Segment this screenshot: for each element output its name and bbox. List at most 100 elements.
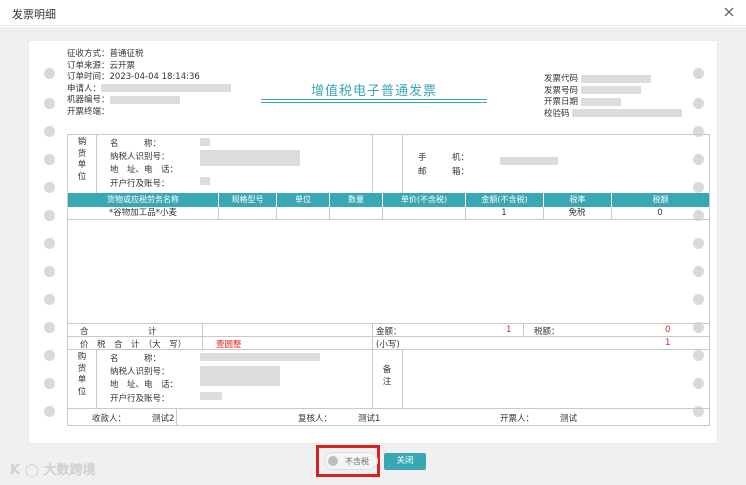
punch-hole-icon <box>693 98 704 109</box>
redacted-value <box>109 95 180 104</box>
amount-label: 金额： <box>376 327 402 337</box>
redacted-value <box>500 157 558 165</box>
punch-hole-icon <box>44 378 55 389</box>
seller-side-label: 销 货 单 位 <box>71 137 93 183</box>
toggle-knob <box>328 456 338 466</box>
applicant-label: 申请人： <box>67 83 102 94</box>
invoice-code-label: 发票代码 <box>544 74 579 84</box>
reviewer-label: 复核人： <box>298 414 333 424</box>
invoice-meta-left: 征收方式：普通征税 订单来源：云开票 订单时间：2023-04-04 18:14… <box>67 49 232 119</box>
invoice-number-row: 发票号码 <box>544 86 682 98</box>
redacted-value <box>200 392 222 400</box>
buyer-taxpayer-id-label: 纳税人识别号： <box>110 367 170 377</box>
total-label: 合 计 <box>80 327 157 337</box>
payee-value: 测试2 <box>152 414 175 424</box>
side-char: 位 <box>77 386 87 397</box>
punch-hole-icon <box>693 68 704 79</box>
invoice-date-row: 开票日期 <box>544 97 682 109</box>
redacted-value <box>200 366 280 386</box>
close-icon[interactable] <box>722 5 736 19</box>
dialog-body: 征收方式：普通征税 订单来源：云开票 订单时间：2023-04-04 18:14… <box>0 27 746 485</box>
machine-row: 机器编号： <box>67 95 231 107</box>
remark-label: 备 注 <box>376 365 398 388</box>
side-char: 货 <box>77 148 87 159</box>
column-header: 金额(不含税) <box>465 193 543 207</box>
terminal-label: 开票终端： <box>67 106 110 117</box>
redacted-value <box>200 138 210 146</box>
side-char: 注 <box>382 376 392 387</box>
dialog-header: 发票明细 <box>0 0 746 26</box>
invoice-code-row: 发票代码 <box>544 74 682 86</box>
column-header: 规格型号 <box>218 193 276 207</box>
punch-hole-icon <box>44 182 55 193</box>
invoice-number-label: 发票号码 <box>544 85 579 96</box>
invoice-meta-right: 发票代码 发票号码 开票日期 校验码 <box>544 74 683 121</box>
tax-label: 税额： <box>534 327 560 337</box>
column-header: 数量 <box>329 193 382 207</box>
invoice-title: 增值税电子普通发票 <box>310 84 437 99</box>
redacted-value <box>580 74 651 83</box>
item-amount: 1 <box>501 208 507 218</box>
seller-name-label: 名 称： <box>110 139 162 149</box>
reviewer-value: 测试1 <box>358 414 381 424</box>
check-code-row: 校验码 <box>544 108 683 121</box>
column-header: 货物或应税劳务名称 <box>68 193 218 207</box>
title-underline <box>261 102 487 103</box>
total-tax: 0 <box>665 325 671 335</box>
column-header: 单位 <box>276 193 329 207</box>
invoice-table: 销 货 单 位 名 称： 纳税人识别号： 地 址、电 话： 开户行及账号： 手 … <box>67 134 710 426</box>
grand-total-lower: 1 <box>665 338 671 348</box>
collection-method: 征收方式：普通征税 <box>67 49 144 59</box>
total-amount: 1 <box>506 325 512 335</box>
small-label: (小写) <box>376 340 400 350</box>
redacted-value <box>200 150 300 166</box>
applicant-row: 申请人： <box>67 83 232 96</box>
column-header: 单价(不含税) <box>382 193 465 207</box>
punch-hole-icon <box>44 154 55 165</box>
drawer-label: 开票人： <box>500 414 535 424</box>
invoice-date-label: 开票日期 <box>544 97 579 108</box>
column-header: 税率 <box>543 193 611 207</box>
punch-hole-icon <box>44 238 55 249</box>
close-button[interactable]: 关闭 <box>384 453 426 470</box>
side-char: 货 <box>77 363 87 374</box>
item-tax-rate: 免税 <box>568 208 586 218</box>
seller-mobile-label: 手 机： <box>418 153 470 163</box>
side-char: 单 <box>77 160 87 170</box>
redacted-value <box>580 97 621 106</box>
item-tax: 0 <box>657 208 663 218</box>
order-source: 订单来源：云开票 <box>67 60 136 71</box>
title-underline <box>261 99 487 100</box>
buyer-address-label: 地 址、电 话： <box>110 380 179 390</box>
redacted-value <box>200 177 210 185</box>
toggle-label: 不含税 <box>345 457 369 466</box>
punch-hole-icon <box>44 350 55 361</box>
seller-bank-label: 开户行及账号： <box>110 179 170 189</box>
punch-hole-icon <box>44 294 55 305</box>
tax-exclusive-toggle[interactable]: 不含税 <box>324 452 378 470</box>
drawer-value: 测试 <box>560 414 578 424</box>
side-char: 备 <box>382 365 392 375</box>
column-header: 税额 <box>611 193 709 207</box>
buyer-bank-label: 开户行及账号： <box>110 394 170 404</box>
side-char: 销 <box>77 137 87 147</box>
check-code-label: 校验码 <box>544 108 570 119</box>
punch-hole-icon <box>44 68 55 79</box>
side-char: 位 <box>77 171 87 182</box>
grand-total-upper: 壹圆整 <box>216 340 242 350</box>
punch-hole-icon <box>44 98 55 109</box>
punch-hole-icon <box>44 322 55 333</box>
punch-hole-icon <box>44 406 55 417</box>
buyer-name-label: 名 称： <box>110 354 162 364</box>
item-name: *谷物加工品*小麦 <box>108 208 177 218</box>
invoice-paper: 征收方式：普通征税 订单来源：云开票 订单时间：2023-04-04 18:14… <box>28 40 718 444</box>
buyer-side-label: 购 货 单 位 <box>71 352 93 398</box>
payee-label: 收款人： <box>92 414 127 424</box>
seller-address-label: 地 址、电 话： <box>110 165 179 175</box>
redacted-value <box>200 353 320 361</box>
punch-hole-icon <box>44 210 55 221</box>
redacted-value <box>101 84 232 93</box>
redacted-value <box>572 109 683 118</box>
punch-hole-icon <box>44 266 55 277</box>
watermark-logo: K ◯ 大数跨境 <box>10 463 96 478</box>
